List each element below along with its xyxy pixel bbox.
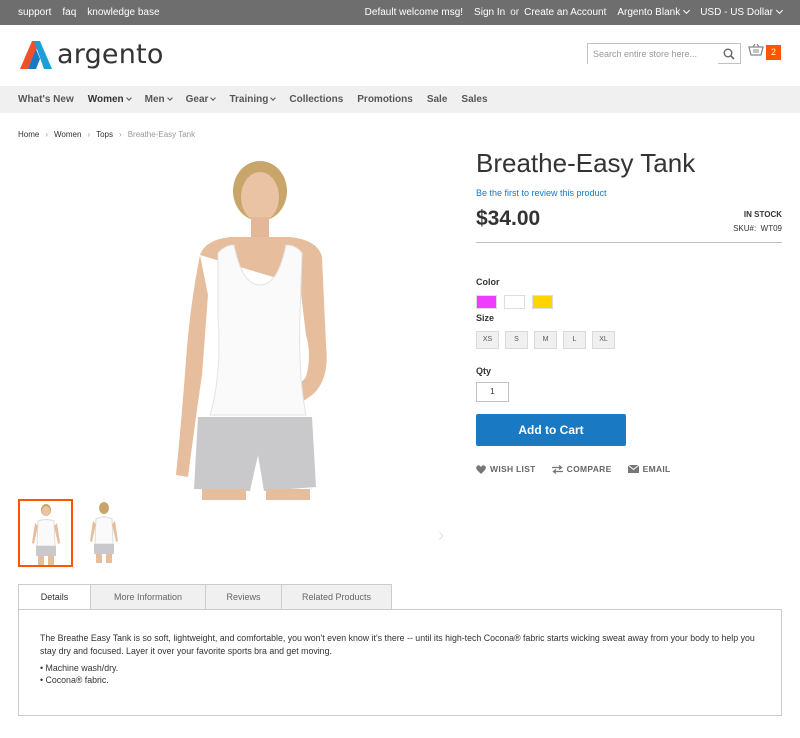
breadcrumb: Home › Women › Tops › Breathe-Easy Tank	[18, 130, 195, 139]
color-swatch-magenta[interactable]	[476, 295, 497, 309]
search-box	[587, 43, 741, 64]
compare-icon	[551, 464, 563, 474]
or-text: or	[510, 7, 520, 18]
size-option-l[interactable]: L	[563, 331, 586, 349]
product-thumbnail-back[interactable]	[79, 499, 134, 567]
color-swatch-white[interactable]	[504, 295, 525, 309]
logo[interactable]: argento	[20, 39, 164, 70]
details-description: The Breathe Easy Tank is so soft, lightw…	[40, 633, 755, 656]
envelope-icon	[627, 465, 639, 473]
list-item: • Machine wash/dry.	[40, 663, 119, 673]
nav-item-sales[interactable]: Sales	[461, 94, 487, 105]
email-label: EMAIL	[642, 464, 671, 474]
qty-label: Qty	[476, 366, 492, 376]
main-navigation: What's New Women Men Gear Training Colle…	[0, 86, 800, 113]
breadcrumb-separator-icon: ›	[119, 130, 122, 139]
size-label: Size	[476, 313, 495, 323]
search-input[interactable]	[588, 44, 718, 64]
tab-panel-details: The Breathe Easy Tank is so soft, lightw…	[18, 609, 782, 716]
thumbnail-back-icon	[79, 499, 130, 563]
theme-switcher[interactable]: Argento Blank	[617, 7, 689, 18]
tab-more-information[interactable]: More Information	[90, 584, 205, 610]
review-link[interactable]: Be the first to review this product	[476, 188, 607, 198]
gallery-next-icon[interactable]: ›	[438, 525, 444, 546]
color-label: Color	[476, 277, 500, 287]
faq-link[interactable]: faq	[62, 7, 76, 18]
list-item: • Cocona® fabric.	[40, 675, 109, 685]
nav-item-sale[interactable]: Sale	[427, 94, 448, 105]
product-photo-icon	[176, 161, 327, 500]
breadcrumb-home[interactable]: Home	[18, 130, 39, 139]
size-option-m[interactable]: M	[534, 331, 557, 349]
nav-item-women[interactable]: Women	[88, 94, 131, 105]
compare-button[interactable]: COMPARE	[551, 464, 612, 474]
breadcrumb-tops[interactable]: Tops	[96, 130, 113, 139]
breadcrumb-separator-icon: ›	[45, 130, 49, 139]
size-option-xl[interactable]: XL	[592, 331, 615, 349]
tab-details[interactable]: Details	[18, 584, 90, 610]
welcome-message: Default welcome msg!	[364, 7, 464, 18]
size-option-xs[interactable]: XS	[476, 331, 499, 349]
wishlist-label: WISH LIST	[490, 464, 536, 474]
tab-reviews[interactable]: Reviews	[205, 584, 281, 610]
sign-in-link[interactable]: Sign In	[474, 7, 505, 18]
price-divider	[476, 242, 782, 243]
nav-item-promotions[interactable]: Promotions	[357, 94, 413, 105]
add-to-cart-button[interactable]: Add to Cart	[476, 414, 626, 446]
heart-icon	[476, 464, 486, 474]
top-links: support faq knowledge base	[18, 7, 160, 18]
knowledge-base-link[interactable]: knowledge base	[87, 7, 159, 18]
tab-related-products[interactable]: Related Products	[281, 584, 392, 610]
sku-label: SKU#:	[733, 224, 757, 233]
top-right: Default welcome msg! Sign In or Create a…	[365, 7, 782, 18]
cart-icon[interactable]	[748, 43, 764, 62]
logo-text: argento	[57, 39, 164, 70]
nav-item-collections[interactable]: Collections	[289, 94, 343, 105]
search-icon[interactable]	[723, 47, 735, 65]
logo-mark-icon	[20, 40, 52, 69]
top-bar: support faq knowledge base Default welco…	[0, 0, 800, 25]
size-option-s[interactable]: S	[505, 331, 528, 349]
product-sku: SKU#: WT09	[733, 224, 782, 233]
breadcrumb-separator-icon: ›	[87, 130, 91, 139]
wishlist-button[interactable]: WISH LIST	[476, 464, 536, 474]
color-swatch-yellow[interactable]	[532, 295, 553, 309]
minicart[interactable]: 2	[748, 43, 781, 62]
product-actions: WISH LIST COMPARE EMAIL	[476, 464, 671, 474]
sku-value: WT09	[760, 224, 782, 233]
currency-switcher[interactable]: USD - US Dollar	[700, 7, 782, 18]
nav-item-whats-new[interactable]: What's New	[18, 94, 74, 105]
create-account-link[interactable]: Create an Account	[524, 7, 606, 18]
qty-input[interactable]: 1	[476, 382, 509, 402]
product-main-image[interactable]	[130, 145, 380, 500]
support-link[interactable]: support	[18, 7, 51, 18]
nav-item-men[interactable]: Men	[145, 94, 172, 105]
breadcrumb-women[interactable]: Women	[54, 130, 81, 139]
compare-label: COMPARE	[566, 464, 612, 474]
cart-count-badge: 2	[766, 45, 781, 60]
product-price: $34.00	[476, 207, 541, 230]
nav-item-training[interactable]: Training	[229, 94, 275, 105]
stock-status: IN STOCK	[743, 210, 782, 219]
breadcrumb-current: Breathe-Easy Tank	[127, 130, 196, 139]
product-title: Breathe-Easy Tank	[476, 148, 696, 178]
nav-item-gear[interactable]: Gear	[186, 94, 216, 105]
product-tabs: Details More Information Reviews Related…	[18, 584, 392, 610]
email-button[interactable]: EMAIL	[627, 464, 671, 474]
product-thumbnail-front[interactable]	[18, 499, 73, 567]
details-list: • Machine wash/dry. • Cocona® fabric.	[40, 662, 760, 686]
thumbnail-front-icon	[20, 501, 71, 565]
